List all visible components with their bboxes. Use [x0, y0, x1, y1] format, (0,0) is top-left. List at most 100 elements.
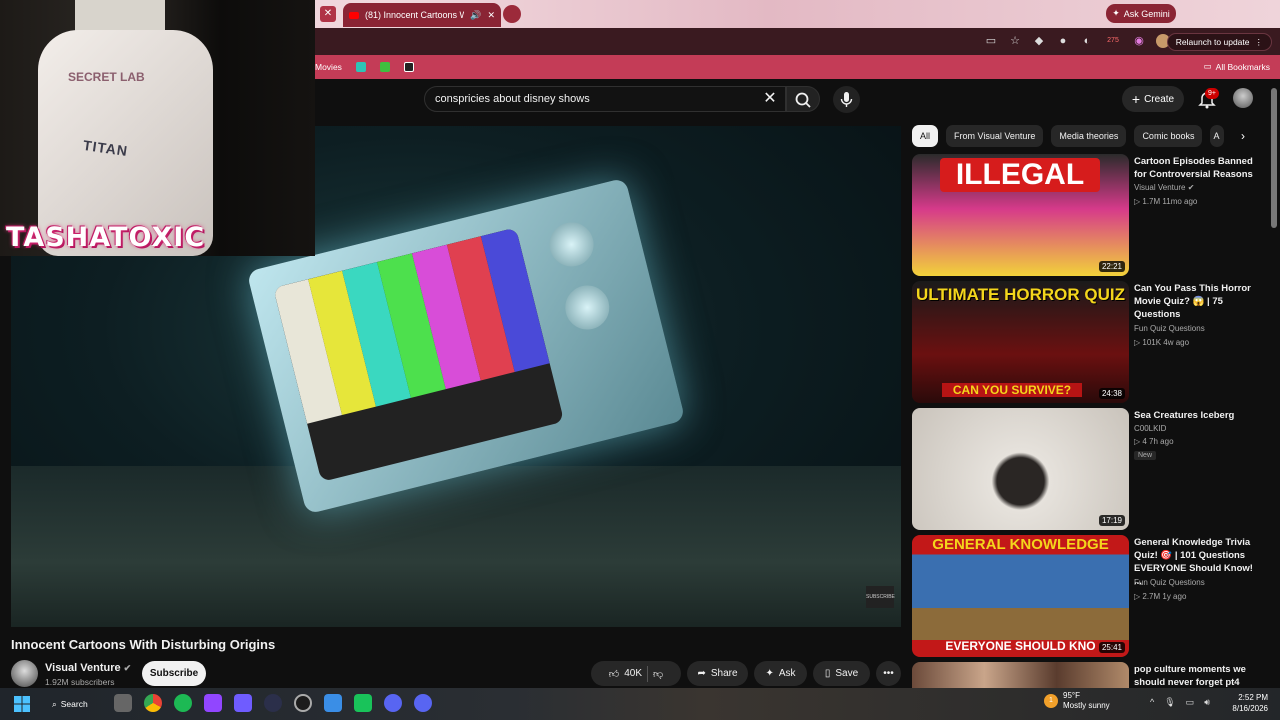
more-actions-button[interactable]: •••	[876, 661, 901, 686]
channel-avatar[interactable]	[11, 660, 38, 687]
search-button[interactable]	[786, 86, 820, 112]
start-button[interactable]	[14, 696, 30, 712]
video-thumbnail[interactable]: GENERAL KNOWLEDGE EVERYONE SHOULD KNO 25…	[912, 535, 1129, 657]
video-stats: ▷ 2.7M 1y ago	[1134, 592, 1186, 601]
bookmark-icon[interactable]	[355, 62, 366, 72]
volume-icon[interactable]: 🔊︎	[1204, 697, 1210, 708]
video-stats-text: 1.7M 11mo ago	[1142, 197, 1198, 206]
notification-badge: 9+	[1205, 88, 1219, 99]
extension-icon[interactable]: ◉	[1132, 34, 1146, 48]
obs-icon[interactable]	[294, 694, 312, 712]
recommended-video[interactable]: 17:19 Sea Creatures Iceberg C00LKID ▷ 4 …	[912, 408, 1262, 530]
channel-name[interactable]: Fun Quiz Questions	[1134, 578, 1205, 587]
extension-icon[interactable]: ●	[1056, 34, 1070, 48]
channel-name[interactable]: Visual Venture ✔	[1134, 183, 1194, 192]
subscribe-button[interactable]: Subscribe	[142, 661, 206, 686]
page-scrollbar[interactable]	[1271, 88, 1277, 228]
discord-icon[interactable]	[414, 694, 432, 712]
chrome-icon[interactable]	[144, 694, 162, 712]
video-title[interactable]: Cartoon Episodes Banned for Controversia…	[1134, 155, 1262, 181]
video-thumbnail[interactable]: 17:19	[912, 408, 1129, 530]
channel-name-text: Visual Venture	[45, 662, 121, 674]
share-button[interactable]: ➦ Share	[687, 661, 748, 686]
taskbar-search-label: Search	[60, 699, 88, 709]
video-ground	[11, 466, 901, 627]
address-bar-row: ▭ ☆ ◆ ● ◐ 275 ◉ Relaunch to update ⋮	[315, 28, 1280, 55]
notepad-icon[interactable]	[324, 694, 342, 712]
browser-tab-active[interactable]: (81) Innocent Cartoons Wit 🔊 ✕	[343, 3, 501, 27]
chip-all[interactable]: All	[912, 125, 939, 147]
recommended-video[interactable]: pop culture moments we should never forg…	[912, 662, 1262, 688]
channel-name[interactable]: Fun Quiz Questions	[1134, 324, 1205, 333]
channel-name[interactable]: C00LKID	[1134, 424, 1166, 433]
discord-icon[interactable]	[384, 694, 402, 712]
create-button[interactable]: + Create	[1122, 86, 1184, 112]
system-tray: ^ 🎙︎ ▭ 🔊︎	[1150, 697, 1210, 708]
toolbar-icons: ▭ ☆ ◆ ● ◐ 275 ◉	[984, 34, 1170, 48]
taskbar-search[interactable]: ⌕ Search	[44, 694, 106, 714]
recommended-video[interactable]: ULTIMATE HORROR QUIZ CAN YOU SURVIVE? 24…	[912, 281, 1262, 403]
new-tab-button[interactable]	[503, 5, 521, 23]
bookmark-star-icon[interactable]: ☆	[1008, 34, 1022, 48]
account-avatar[interactable]	[1233, 88, 1253, 108]
taskbar-clock[interactable]: 2:52 PM 8/16/2026	[1226, 692, 1268, 714]
weather-widget[interactable]: 1 95°F Mostly sunny	[1044, 691, 1110, 711]
app-grid-icon[interactable]	[234, 694, 252, 712]
kebab-menu-icon: ⋮	[1254, 36, 1264, 47]
bookmark-icon[interactable]	[403, 62, 414, 72]
plus-icon: +	[1131, 91, 1141, 107]
thumbnail-subtext: EVERYONE SHOULD KNO	[945, 639, 1096, 653]
recommended-video[interactable]: GENERAL KNOWLEDGE EVERYONE SHOULD KNO 25…	[912, 535, 1262, 657]
spotify-icon[interactable]	[174, 694, 192, 712]
extension-shield-icon[interactable]: ◆	[1032, 34, 1046, 48]
close-tab-icon[interactable]: ✕	[320, 6, 336, 22]
app-icon[interactable]	[354, 694, 372, 712]
video-stats-text: 4 7h ago	[1142, 437, 1174, 446]
bookmark-movies[interactable]: Movies	[315, 62, 342, 72]
extension-badge[interactable]: 275	[1104, 34, 1122, 48]
chip-from-visual-venture[interactable]: From Visual Venture	[946, 125, 1044, 147]
search-input[interactable]: conspricies about disney shows	[424, 86, 786, 112]
ask-button[interactable]: ✦ Ask	[754, 661, 807, 686]
audio-icon[interactable]: 🔊	[470, 10, 481, 21]
twitch-icon[interactable]	[204, 694, 222, 712]
video-thumbnail[interactable]	[912, 662, 1129, 688]
clear-search-icon[interactable]: ✕	[760, 89, 780, 109]
video-thumbnail[interactable]: ULTIMATE HORROR QUIZ CAN YOU SURVIVE? 24…	[912, 281, 1129, 403]
all-bookmarks-button[interactable]: ▭ All Bookmarks	[1204, 61, 1270, 72]
bookmark-icon: ▯	[824, 668, 831, 679]
close-tab-icon[interactable]: ✕	[487, 10, 495, 21]
like-dislike-group: 👍︎ 40K 👎︎	[591, 661, 681, 686]
chevron-right-icon[interactable]: ›	[1234, 127, 1252, 145]
video-title[interactable]: pop culture moments we should never forg…	[1134, 663, 1262, 689]
webcam-overlay: SECRET LAB TITAN	[0, 0, 315, 256]
subscribe-watermark[interactable]: SUBSCRIBE	[866, 586, 895, 608]
recommended-video[interactable]: ILLEGAL 22:21 Cartoon Episodes Banned fo…	[912, 154, 1262, 276]
thumbs-up-icon: 👍︎	[608, 668, 620, 680]
app-icon[interactable]	[264, 694, 282, 712]
voice-search-button[interactable]	[833, 86, 860, 113]
dislike-button[interactable]: 👎︎	[653, 668, 663, 680]
save-button[interactable]: ▯ Save	[813, 661, 870, 686]
like-button[interactable]: 👍︎ 40K	[609, 668, 642, 680]
network-icon[interactable]: ▭	[1186, 697, 1195, 708]
chevron-up-icon[interactable]: ^	[1150, 697, 1154, 708]
streamer-handle: TASHATOXIC	[6, 222, 206, 253]
channel-name[interactable]: Visual Venture ✔	[45, 662, 131, 674]
chip-comic-books[interactable]: Comic books	[1134, 125, 1203, 147]
cast-icon[interactable]: ▭	[984, 34, 998, 48]
chip-media-theories[interactable]: Media theories	[1051, 125, 1127, 147]
extension-icon[interactable]: ◐	[1080, 34, 1094, 48]
relaunch-button[interactable]: Relaunch to update ⋮	[1166, 33, 1272, 51]
more-horizontal-icon: •••	[883, 668, 894, 679]
bookmark-icon[interactable]	[379, 62, 390, 72]
task-view-icon[interactable]	[114, 694, 132, 712]
video-title[interactable]: Can You Pass This Horror Movie Quiz? 😱 |…	[1134, 282, 1262, 321]
temperature: 95°F	[1063, 691, 1080, 700]
microphone-icon[interactable]: 🎙︎	[1164, 697, 1175, 708]
video-title[interactable]: Sea Creatures Iceberg	[1134, 409, 1262, 422]
video-thumbnail[interactable]: ILLEGAL 22:21	[912, 154, 1129, 276]
ask-gemini-button[interactable]: ✦ Ask Gemini	[1106, 4, 1176, 23]
tv-color-bars	[273, 227, 565, 482]
chip-partial[interactable]: A	[1210, 125, 1225, 147]
